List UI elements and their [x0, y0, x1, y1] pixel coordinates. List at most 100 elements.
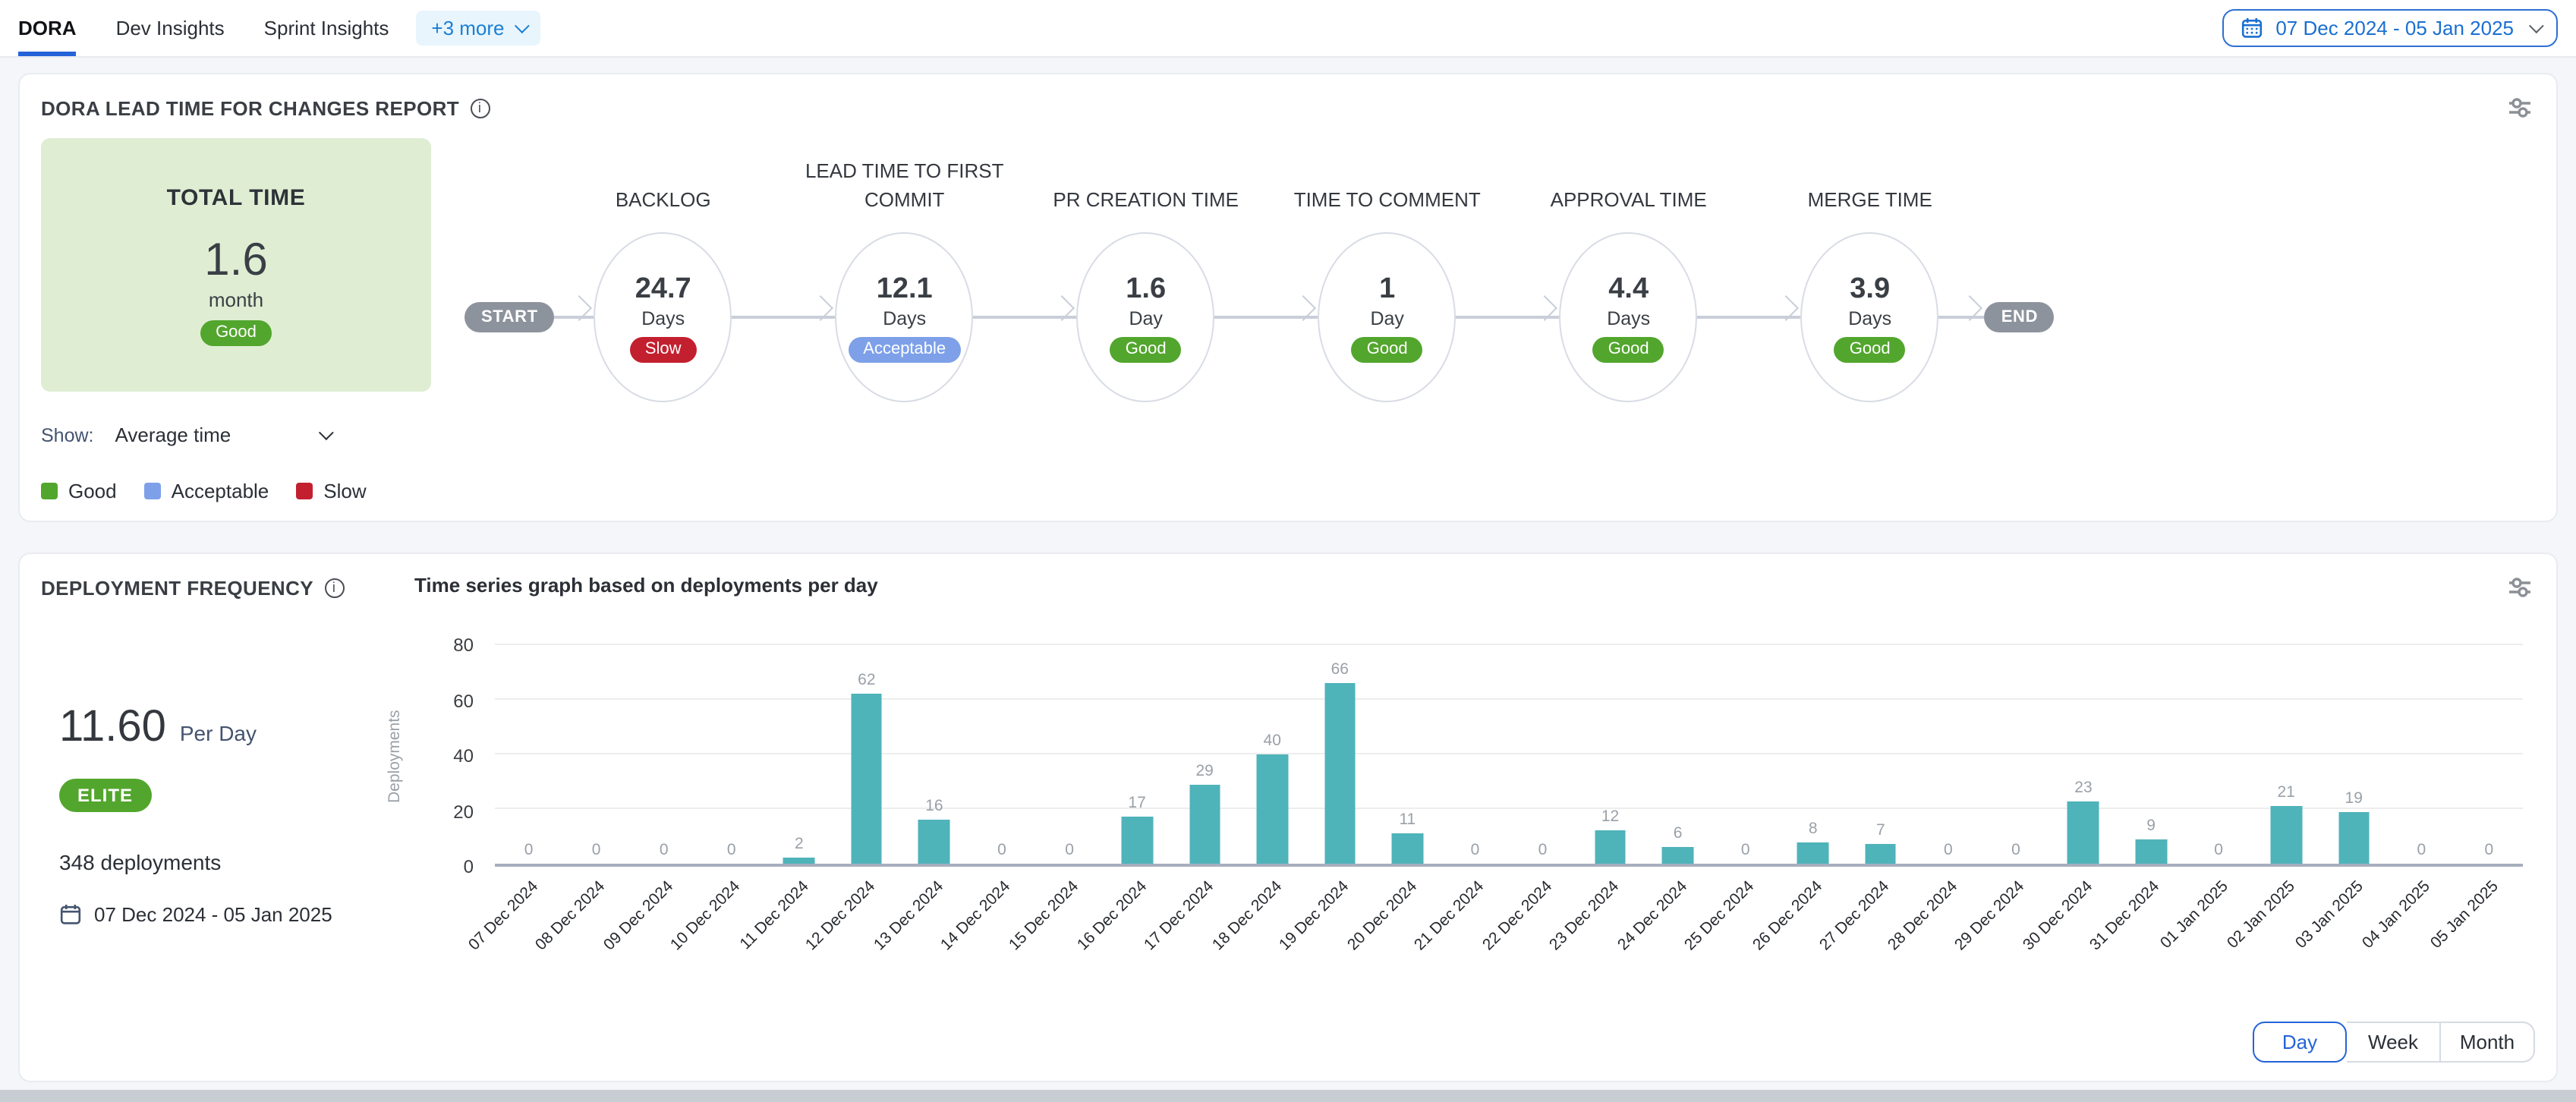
x-axis-label: 20 Dec 2024 — [1343, 877, 1420, 954]
deployment-frequency-title: DEPLOYMENT FREQUENCY i — [41, 576, 344, 599]
bar-column[interactable]: 931 Dec 2024 — [2118, 645, 2185, 864]
deployment-bar[interactable] — [2136, 839, 2167, 864]
bar-column[interactable]: 029 Dec 2024 — [1982, 645, 2049, 864]
bottom-strip — [0, 1090, 2576, 1102]
flow-node-value: 4.4 — [1608, 272, 1649, 306]
flow-node-title: BACKLOG — [536, 187, 791, 216]
tab-dev-insights[interactable]: Dev Insights — [116, 0, 225, 56]
bar-column[interactable]: 6212 Dec 2024 — [833, 645, 900, 864]
calendar-icon — [2241, 17, 2263, 39]
bar-column[interactable]: 2917 Dec 2024 — [1171, 645, 1239, 864]
date-range-label: 07 Dec 2024 - 05 Jan 2025 — [2275, 17, 2514, 39]
deployment-bar[interactable] — [851, 694, 882, 864]
bar-column[interactable]: 1613 Dec 2024 — [900, 645, 968, 864]
bar-column[interactable]: 028 Dec 2024 — [1914, 645, 1982, 864]
bar-column[interactable]: 025 Dec 2024 — [1712, 645, 1779, 864]
status-badge: Acceptable — [848, 336, 961, 362]
deployment-bar[interactable] — [1595, 831, 1626, 864]
granularity-week-button[interactable]: Week — [2347, 1022, 2441, 1063]
x-axis-label: 11 Dec 2024 — [736, 877, 812, 953]
y-tick-label: 60 — [453, 690, 474, 711]
bar-column[interactable]: 1903 Jan 2025 — [2320, 645, 2388, 864]
bar-column[interactable]: 727 Dec 2024 — [1847, 645, 1914, 864]
bar-value-label: 16 — [925, 797, 943, 815]
bar-column[interactable]: 1223 Dec 2024 — [1576, 645, 1644, 864]
bar-column[interactable]: 007 Dec 2024 — [495, 645, 562, 864]
status-badge: Good — [1110, 336, 1182, 362]
chevron-down-icon — [2529, 18, 2544, 33]
deployment-bar[interactable] — [1257, 754, 1288, 864]
bar-column[interactable]: 010 Dec 2024 — [698, 645, 765, 864]
flow-node-merge-time[interactable]: MERGE TIME 3.9 Days Good — [1801, 232, 1939, 402]
info-icon[interactable]: i — [470, 98, 490, 118]
bar-column[interactable]: 211 Dec 2024 — [765, 645, 833, 864]
bar-value-label: 0 — [524, 841, 534, 859]
bar-value-label: 0 — [1944, 841, 1953, 859]
bar-value-label: 0 — [592, 841, 601, 859]
flow-node-time-to-comment[interactable]: TIME TO COMMENT 1 Day Good — [1318, 232, 1456, 402]
deployment-bar[interactable] — [2067, 801, 2099, 864]
tab-dora[interactable]: DORA — [18, 0, 77, 56]
granularity-day-button[interactable]: Day — [2253, 1022, 2347, 1063]
date-range-picker[interactable]: 07 Dec 2024 - 05 Jan 2025 — [2222, 9, 2558, 47]
bar-column[interactable]: 001 Jan 2025 — [2185, 645, 2253, 864]
deployment-bar[interactable] — [1392, 833, 1423, 864]
bar-value-label: 0 — [1065, 841, 1074, 859]
x-axis-label: 15 Dec 2024 — [1006, 877, 1082, 954]
flow-node-pr-creation-time[interactable]: PR CREATION TIME 1.6 Day Good — [1077, 232, 1215, 402]
bar-column[interactable]: 826 Dec 2024 — [1779, 645, 1847, 864]
deployment-bar[interactable] — [2271, 806, 2302, 864]
legend: Good Acceptable Slow — [41, 480, 2535, 502]
topbar-spacer — [541, 0, 2223, 56]
bar-column[interactable]: 008 Dec 2024 — [562, 645, 630, 864]
deployment-bar[interactable] — [1865, 845, 1896, 864]
bar-column[interactable]: 021 Dec 2024 — [1441, 645, 1509, 864]
bar-column[interactable]: 4018 Dec 2024 — [1239, 645, 1306, 864]
lead-time-flow: START BACKLOG 24.7 Days Slow LEAD TIME T… — [464, 138, 2055, 402]
more-tabs-button[interactable]: +3 more — [416, 11, 540, 46]
flow-node-unit: Day — [1129, 307, 1162, 329]
granularity-month-button[interactable]: Month — [2441, 1022, 2535, 1063]
x-axis-label: 14 Dec 2024 — [938, 877, 1015, 954]
deployment-bar[interactable] — [1662, 847, 1693, 864]
deployment-bar[interactable] — [1122, 817, 1153, 864]
bar-column[interactable]: 004 Jan 2025 — [2388, 645, 2455, 864]
status-badge: Good — [200, 320, 272, 345]
flow-node-value: 24.7 — [635, 272, 691, 306]
bar-column[interactable]: 005 Jan 2025 — [2455, 645, 2523, 864]
flow-node-lead-time-first-commit[interactable]: LEAD TIME TO FIRST COMMIT 12.1 Days Acce… — [836, 232, 974, 402]
bar-column[interactable]: 2102 Jan 2025 — [2253, 645, 2320, 864]
x-axis-label: 25 Dec 2024 — [1681, 877, 1758, 954]
chart-settings-button[interactable] — [2505, 93, 2535, 123]
deployment-bar[interactable] — [1797, 842, 1828, 864]
tab-sprint-insights[interactable]: Sprint Insights — [264, 0, 389, 56]
bar-column[interactable]: 015 Dec 2024 — [1036, 645, 1104, 864]
show-row: Show: Average time — [41, 423, 2535, 446]
deployment-bar[interactable] — [918, 820, 949, 864]
bar-value-label: 17 — [1128, 795, 1145, 813]
bar-column[interactable]: 6619 Dec 2024 — [1306, 645, 1374, 864]
x-axis-label: 17 Dec 2024 — [1141, 877, 1217, 954]
flow-node-backlog[interactable]: BACKLOG 24.7 Days Slow — [594, 232, 732, 402]
info-icon[interactable]: i — [324, 578, 344, 597]
chart-subtitle: Time series graph based on deployments p… — [414, 574, 878, 597]
deployment-bar[interactable] — [1189, 785, 1220, 864]
bar-column[interactable]: 022 Dec 2024 — [1509, 645, 1576, 864]
chart-settings-button[interactable] — [2505, 572, 2535, 603]
bar-column[interactable]: 624 Dec 2024 — [1644, 645, 1712, 864]
deployment-bar[interactable] — [1324, 683, 1356, 864]
bar-column[interactable]: 014 Dec 2024 — [968, 645, 1035, 864]
deployment-bar[interactable] — [2338, 812, 2370, 864]
deployment-bar[interactable] — [783, 858, 814, 864]
show-dropdown[interactable]: Average time — [115, 423, 330, 446]
bar-column[interactable]: 009 Dec 2024 — [630, 645, 698, 864]
x-axis-label: 29 Dec 2024 — [1952, 877, 2029, 954]
bar-value-label: 40 — [1264, 732, 1281, 750]
flow-node-approval-time[interactable]: APPROVAL TIME 4.4 Days Good — [1560, 232, 1698, 402]
bar-column[interactable]: 1120 Dec 2024 — [1374, 645, 1441, 864]
bar-column[interactable]: 2330 Dec 2024 — [2049, 645, 2117, 864]
status-badge: Good — [1593, 336, 1664, 362]
calendar-icon — [59, 903, 82, 926]
x-axis-label: 22 Dec 2024 — [1479, 877, 1555, 954]
bar-column[interactable]: 1716 Dec 2024 — [1104, 645, 1171, 864]
